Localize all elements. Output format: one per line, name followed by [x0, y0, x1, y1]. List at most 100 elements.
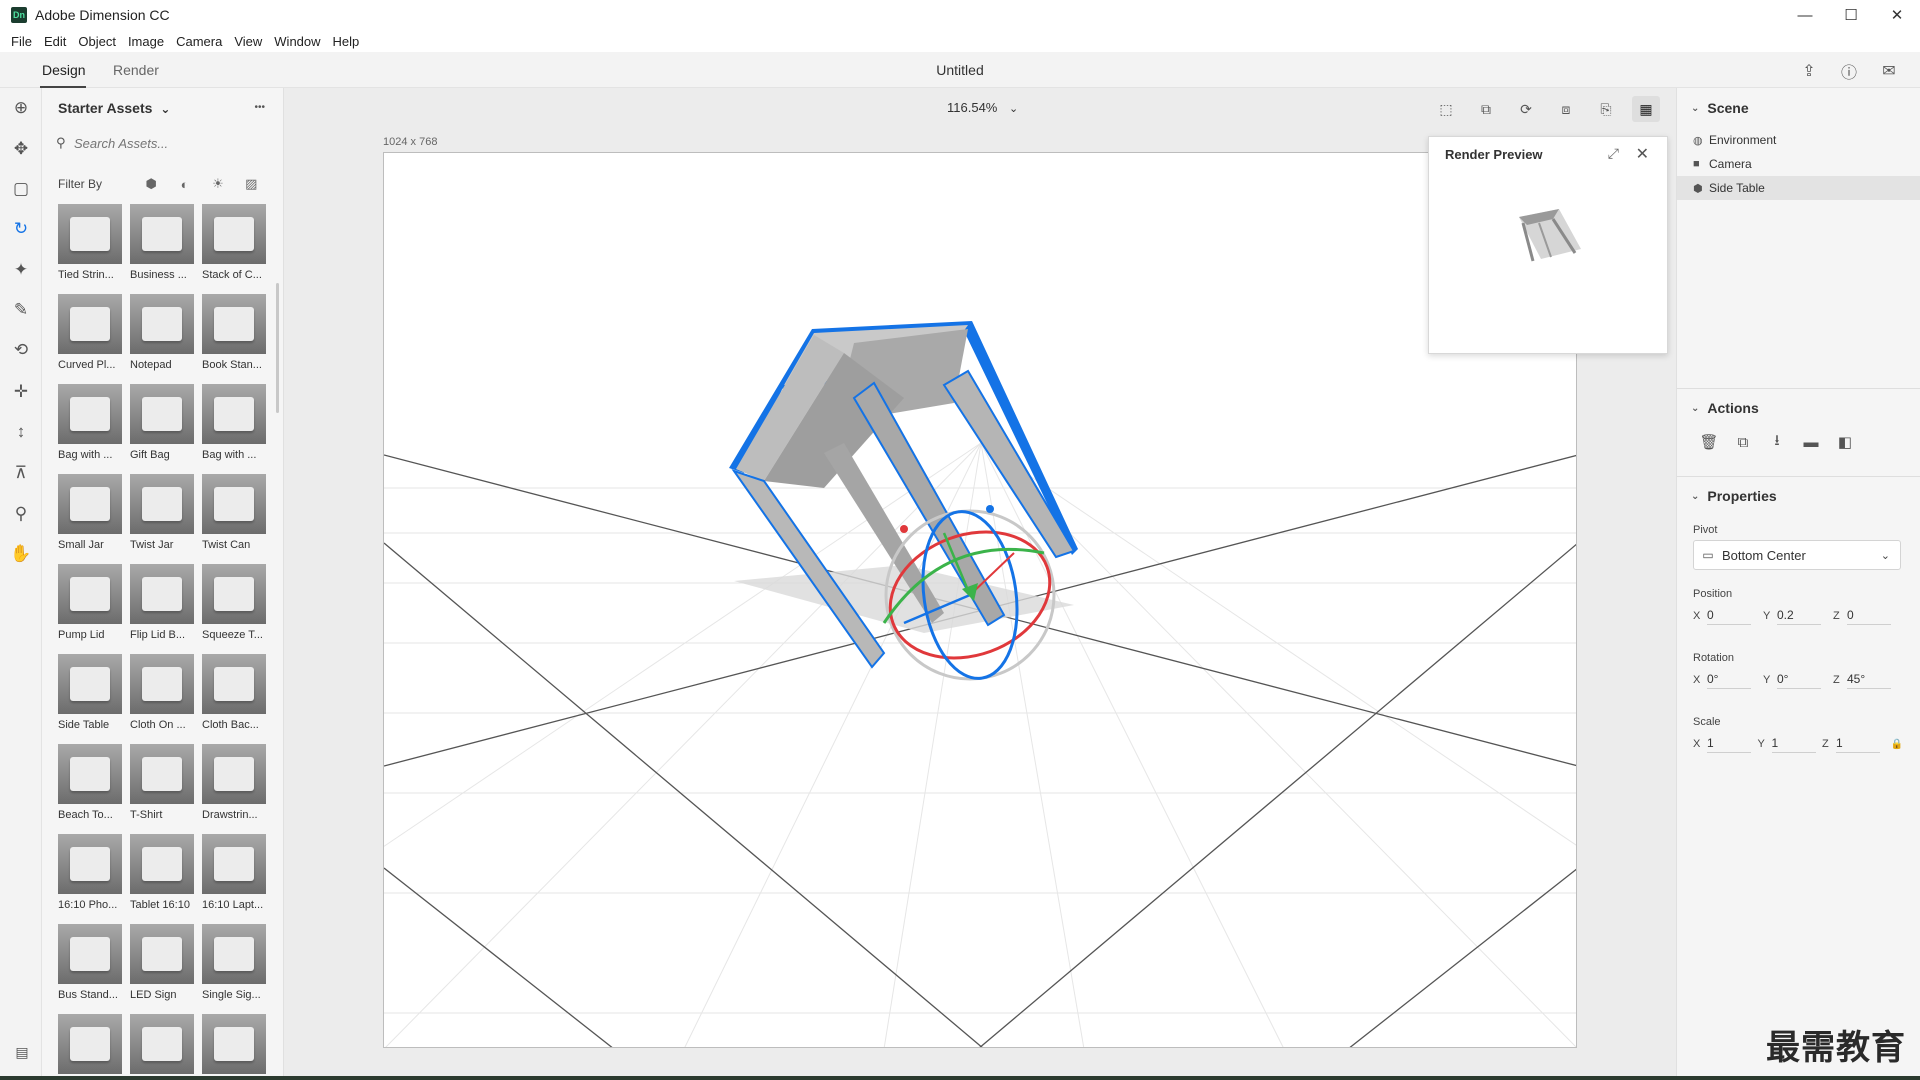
orbit-icon[interactable]: ↻: [9, 217, 33, 241]
asset-tile[interactable]: Business ...: [130, 204, 194, 286]
asset-tile[interactable]: Pump Lid: [58, 564, 122, 646]
asset-tile[interactable]: T-Shirt: [130, 744, 194, 826]
frame-icon[interactable]: ⬚: [1432, 96, 1460, 122]
asset-tile[interactable]: Flip Lid B...: [130, 564, 194, 646]
asset-tile[interactable]: Tablet 16:10: [130, 834, 194, 916]
material-filter-icon[interactable]: ◐: [168, 177, 201, 192]
menu-view[interactable]: View: [228, 34, 268, 49]
asset-tile[interactable]: Small Jar: [58, 474, 122, 556]
orbit-camera-icon[interactable]: ⟲: [9, 338, 33, 362]
eyedropper-icon[interactable]: ✎: [9, 298, 33, 322]
position-z-field[interactable]: 0: [1847, 608, 1891, 625]
more-options-icon[interactable]: •••: [254, 102, 265, 113]
asset-tile[interactable]: Beach To...: [58, 744, 122, 826]
scene-section-toggle[interactable]: ⌄ Scene: [1691, 100, 1749, 116]
scene-item-side-table[interactable]: ⬢ Side Table: [1677, 176, 1920, 200]
assets-scrollbar[interactable]: [276, 283, 279, 413]
position-x-field[interactable]: 0: [1707, 608, 1751, 625]
render-preview-toggle-icon[interactable]: ▦: [1632, 96, 1660, 122]
menu-camera[interactable]: Camera: [170, 34, 228, 49]
asset-tile[interactable]: 16:10 Pho...: [58, 834, 122, 916]
properties-section-toggle[interactable]: ⌄ Properties: [1691, 488, 1777, 504]
asset-tile[interactable]: [58, 1014, 122, 1076]
help-icon[interactable]: ⓘ: [1836, 58, 1862, 84]
select-icon[interactable]: ▢: [9, 177, 33, 201]
tab-design[interactable]: Design: [42, 62, 86, 78]
place-icon[interactable]: ⎘: [1592, 96, 1620, 122]
horizon-icon[interactable]: ⊼: [9, 461, 33, 485]
group-icon[interactable]: ▬: [1801, 432, 1821, 452]
asset-tile[interactable]: Bag with ...: [202, 384, 266, 466]
dolly-icon[interactable]: ↕: [9, 420, 33, 444]
comment-icon[interactable]: ✉: [1876, 58, 1902, 84]
asset-tile[interactable]: Side Table: [58, 654, 122, 736]
import-icon[interactable]: ⭳: [1767, 432, 1787, 452]
export-icon[interactable]: ◧: [1835, 432, 1855, 452]
tab-render[interactable]: Render: [113, 62, 159, 78]
asset-tile[interactable]: 16:10 Lapt...: [202, 834, 266, 916]
snap-icon[interactable]: ⧈: [1552, 96, 1580, 122]
pan-camera-icon[interactable]: ✛: [9, 380, 33, 404]
asset-tile[interactable]: Book Stan...: [202, 294, 266, 376]
rotation-y-field[interactable]: 0°: [1777, 672, 1821, 689]
menu-window[interactable]: Window: [268, 34, 326, 49]
rotation-z-field[interactable]: 45°: [1847, 672, 1891, 689]
asset-tile[interactable]: Cloth Bac...: [202, 654, 266, 736]
asset-tile[interactable]: Twist Jar: [130, 474, 194, 556]
scale-x-field[interactable]: 1: [1707, 736, 1751, 753]
search-input[interactable]: [74, 135, 254, 151]
menu-image[interactable]: Image: [122, 34, 170, 49]
light-filter-icon[interactable]: ☀: [201, 176, 234, 192]
asset-tile[interactable]: Curved Pl...: [58, 294, 122, 376]
asset-tile[interactable]: Drawstrin...: [202, 744, 266, 826]
duplicate-icon[interactable]: ⧉: [1733, 432, 1753, 452]
asset-tile[interactable]: Twist Can: [202, 474, 266, 556]
magic-wand-icon[interactable]: ✦: [9, 258, 33, 282]
delete-icon[interactable]: 🗑: [1699, 432, 1719, 452]
asset-tile[interactable]: Stack of C...: [202, 204, 266, 286]
share-icon[interactable]: ⇪: [1796, 58, 1822, 84]
scene-item-environment[interactable]: ◍ Environment: [1677, 128, 1920, 152]
hand-icon[interactable]: ✋: [9, 542, 33, 566]
image-filter-icon[interactable]: ▨: [235, 176, 268, 192]
lock-icon[interactable]: 🔒: [1891, 739, 1903, 750]
asset-tile[interactable]: [202, 1014, 266, 1076]
panel-toggle-icon[interactable]: ▤: [11, 1044, 33, 1062]
minimize-button[interactable]: —: [1782, 0, 1828, 30]
scale-z-field[interactable]: 1: [1836, 736, 1881, 753]
close-icon[interactable]: ✕: [1636, 144, 1649, 164]
asset-tile[interactable]: Cloth On ...: [130, 654, 194, 736]
menu-edit[interactable]: Edit: [38, 34, 72, 49]
zoom-dropdown[interactable]: 116.54% ⌄: [947, 100, 1018, 115]
menu-object[interactable]: Object: [72, 34, 122, 49]
assets-library-dropdown[interactable]: Starter Assets ⌄: [58, 100, 170, 116]
move-icon[interactable]: ✥: [9, 137, 33, 161]
expand-icon[interactable]: ⤢: [1608, 145, 1619, 162]
close-window-button[interactable]: ✕: [1874, 0, 1920, 30]
viewport-canvas[interactable]: [383, 152, 1577, 1048]
add-icon[interactable]: ⊕: [9, 96, 33, 120]
asset-tile[interactable]: Notepad: [130, 294, 194, 376]
asset-tile[interactable]: LED Sign: [130, 924, 194, 1006]
maximize-button[interactable]: ☐: [1828, 0, 1874, 30]
scale-y-field[interactable]: 1: [1771, 736, 1816, 753]
model-filter-icon[interactable]: ⬢: [135, 176, 168, 192]
asset-tile[interactable]: Single Sig...: [202, 924, 266, 1006]
asset-tile[interactable]: Squeeze T...: [202, 564, 266, 646]
pivot-select[interactable]: ▭ Bottom Center ⌄: [1693, 540, 1901, 570]
window-controls: — ☐ ✕: [1782, 0, 1920, 30]
zoom-icon[interactable]: ⚲: [9, 502, 33, 526]
scene-item-camera[interactable]: ■ Camera: [1677, 152, 1920, 176]
asset-tile[interactable]: Tied Strin...: [58, 204, 122, 286]
drop-to-ground-icon[interactable]: ⧉: [1472, 96, 1500, 122]
asset-tile[interactable]: [130, 1014, 194, 1076]
menu-file[interactable]: File: [5, 34, 38, 49]
rotation-x-field[interactable]: 0°: [1707, 672, 1751, 689]
asset-tile[interactable]: Bag with ...: [58, 384, 122, 466]
actions-section-toggle[interactable]: ⌄ Actions: [1691, 400, 1759, 416]
menu-help[interactable]: Help: [327, 34, 366, 49]
asset-tile[interactable]: Gift Bag: [130, 384, 194, 466]
align-icon[interactable]: ⟳: [1512, 96, 1540, 122]
asset-tile[interactable]: Bus Stand...: [58, 924, 122, 1006]
position-y-field[interactable]: 0.2: [1777, 608, 1821, 625]
